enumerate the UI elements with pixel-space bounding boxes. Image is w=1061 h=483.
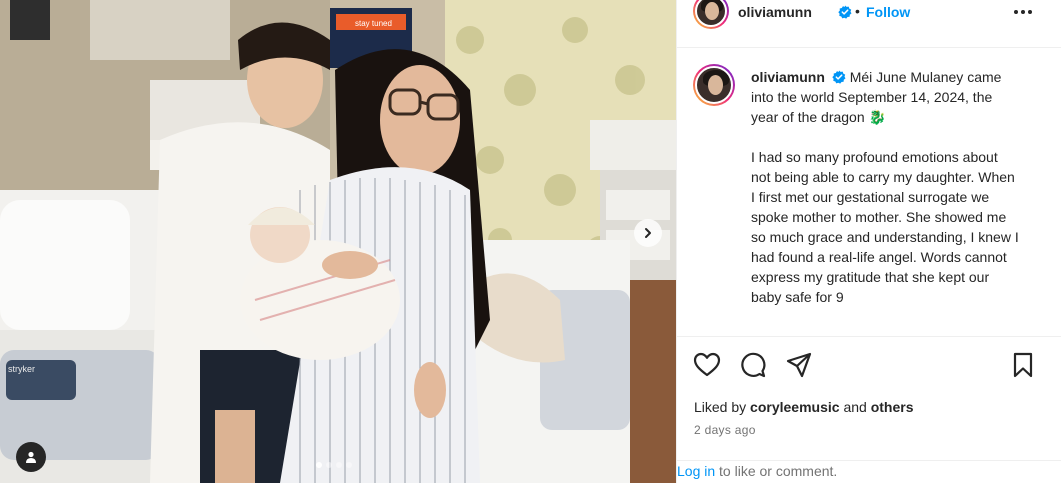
carousel-next-button[interactable] — [634, 219, 662, 247]
verified-badge-icon — [838, 5, 852, 19]
likes-summary: Liked by coryleemusic and others — [694, 399, 913, 415]
more-options-button[interactable] — [1011, 4, 1035, 20]
caption-username[interactable]: oliviamunn — [751, 69, 825, 85]
avatar[interactable] — [693, 0, 729, 29]
chevron-right-icon — [645, 228, 651, 238]
caption-text: oliviamunn Méi June Mulaney came into th… — [751, 67, 1021, 327]
share-icon[interactable] — [785, 351, 813, 379]
header-username[interactable]: oliviamunn — [738, 4, 812, 20]
liked-by-prefix: Liked by — [694, 399, 747, 415]
carousel-dot — [346, 462, 352, 468]
carousel-dot — [316, 462, 322, 468]
login-prompt-text: to like or comment. — [719, 463, 838, 479]
login-prompt: Log in to like or comment. — [677, 460, 1061, 483]
caption-section: oliviamunn Méi June Mulaney came into th… — [677, 49, 1061, 336]
post-side-panel: oliviamunn • Follow oliviamunn Méi June … — [676, 0, 1061, 483]
caption-avatar[interactable] — [693, 64, 735, 106]
tagged-users-button[interactable] — [16, 442, 46, 472]
more-horizontal-icon — [1014, 10, 1018, 14]
actions-bar: Liked by coryleemusic and others 2 days … — [677, 336, 1061, 483]
comment-icon[interactable] — [739, 351, 767, 379]
carousel-dot — [336, 462, 342, 468]
carousel-indicator — [316, 462, 352, 468]
post-media[interactable]: stay tuned stryker — [0, 0, 676, 483]
monitor-text: stay tuned — [355, 19, 392, 28]
verified-badge-icon — [832, 70, 846, 84]
login-link[interactable]: Log in — [677, 463, 715, 479]
bookmark-icon[interactable] — [1009, 351, 1037, 379]
liked-by-others-link[interactable]: others — [871, 399, 914, 415]
separator-dot: • — [855, 3, 860, 19]
post-timestamp[interactable]: 2 days ago — [694, 423, 756, 437]
user-tag-icon — [26, 451, 36, 463]
liked-by-and: and — [843, 399, 867, 415]
follow-button[interactable]: Follow — [866, 4, 910, 20]
post-photo: stay tuned stryker — [0, 0, 676, 483]
post-header: oliviamunn • Follow — [677, 0, 1061, 48]
liked-by-username[interactable]: coryleemusic — [750, 399, 840, 415]
carousel-dot — [326, 462, 332, 468]
bed-brand-text: stryker — [8, 364, 35, 374]
caption-second-paragraph: I had so many profound emotions about no… — [751, 149, 1019, 305]
heart-icon[interactable] — [693, 351, 721, 379]
